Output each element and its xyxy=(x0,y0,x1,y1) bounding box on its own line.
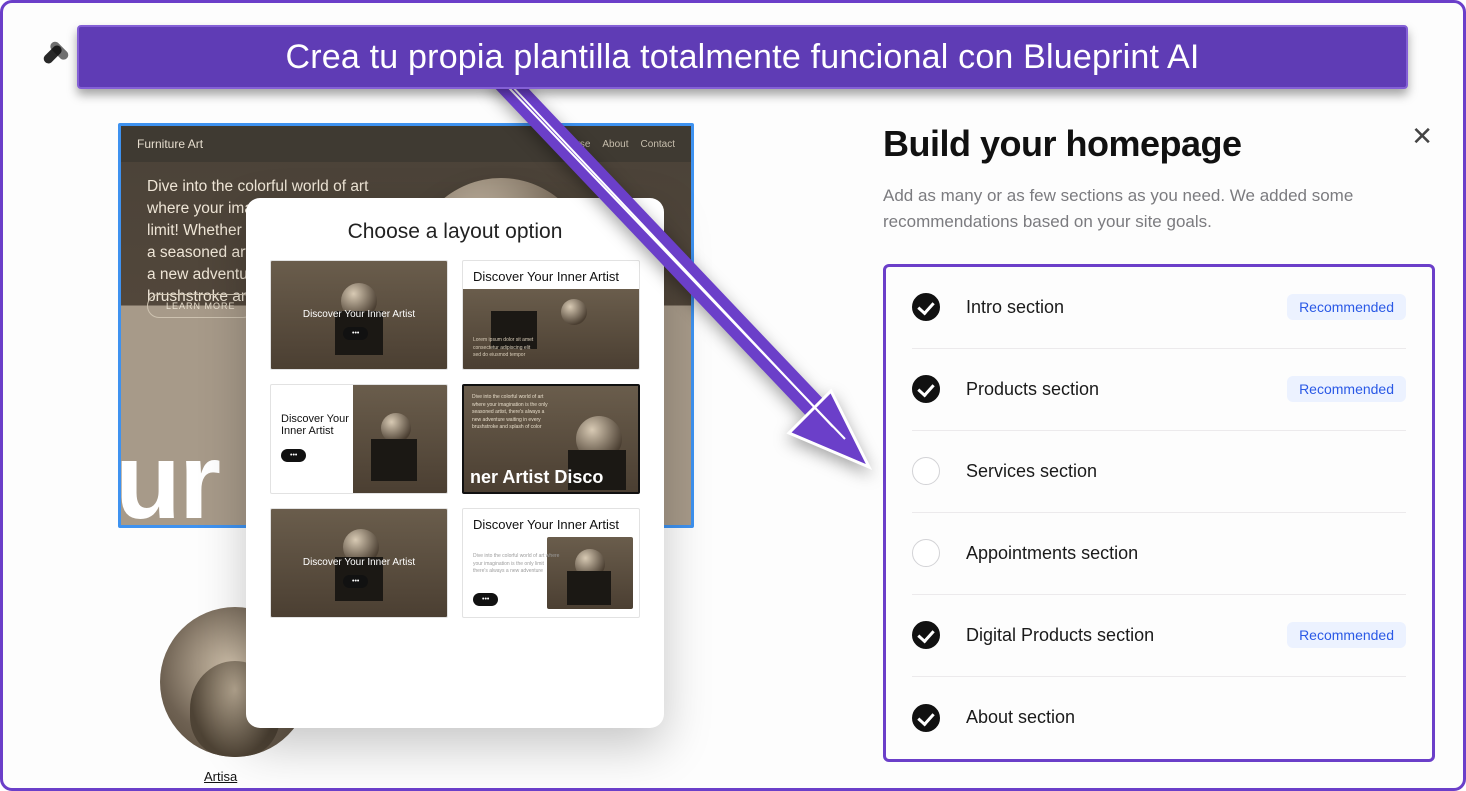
checkbox-checked-icon[interactable] xyxy=(912,293,940,321)
checkbox-checked-icon[interactable] xyxy=(912,621,940,649)
section-row-about[interactable]: About section xyxy=(912,677,1406,759)
layout-thumbnail-grid: Discover Your Inner Artist ••• Discover … xyxy=(270,260,640,618)
preview-brand: Furniture Art xyxy=(137,137,558,151)
layout-thumb-fullbleed-selected[interactable]: Dive into the colorful world of artwhere… xyxy=(462,384,640,494)
recommended-badge: Recommended xyxy=(1287,376,1406,402)
thumb-heading: Discover Your Inner Artist xyxy=(473,517,619,532)
layout-chooser-card: Choose a layout option Discover Your Inn… xyxy=(246,198,664,728)
layout-thumb-split-left[interactable]: Discover Your Inner Artist ••• xyxy=(270,384,448,494)
section-label: Digital Products section xyxy=(966,625,1287,646)
banner-text: Crea tu propia plantilla totalmente func… xyxy=(286,38,1200,77)
section-label: Appointments section xyxy=(966,543,1406,564)
thumb-caption: Discover Your Inner Artist xyxy=(271,557,447,568)
nav-link[interactable]: About xyxy=(602,139,628,150)
template-preview-column: Furniture Art Course About Contact Dive … xyxy=(118,123,708,783)
mini-cta-button: ••• xyxy=(473,593,498,606)
nav-link[interactable]: Course xyxy=(558,139,590,150)
nav-link[interactable]: Contact xyxy=(641,139,675,150)
checkbox-checked-icon[interactable] xyxy=(912,375,940,403)
recommended-badge: Recommended xyxy=(1287,294,1406,320)
panel-title: Build your homepage xyxy=(883,123,1435,165)
recommended-badge: Recommended xyxy=(1287,622,1406,648)
artisan-link[interactable]: Artisa xyxy=(204,769,237,784)
screenshot-stage: Crea tu propia plantilla totalmente func… xyxy=(0,0,1466,791)
thumb-big-text: ner Artist Disco xyxy=(470,467,603,488)
section-row-digital-products[interactable]: Digital Products section Recommended xyxy=(912,595,1406,677)
squarespace-logo-icon xyxy=(39,37,73,71)
homepage-builder-panel: ✕ Build your homepage Add as many or as … xyxy=(883,123,1435,762)
section-row-appointments[interactable]: Appointments section xyxy=(912,513,1406,595)
section-row-services[interactable]: Services section xyxy=(912,431,1406,513)
layout-thumb-heading-right-image[interactable]: Discover Your Inner Artist Dive into the… xyxy=(462,508,640,618)
preview-nav-links: Course About Contact xyxy=(558,139,675,150)
layout-thumb-centered-dark-2[interactable]: Discover Your Inner Artist ••• xyxy=(270,508,448,618)
thumb-heading: Discover Your Inner Artist xyxy=(281,413,351,437)
sections-list-highlighted: Intro section Recommended Products secti… xyxy=(883,264,1435,762)
hero-big-heading-fragment: ur xyxy=(118,418,219,528)
layout-thumb-heading-dark[interactable]: Discover Your Inner Artist Lorem ipsum d… xyxy=(462,260,640,370)
mini-cta-button: ••• xyxy=(281,449,306,462)
preview-nav-bar: Furniture Art Course About Contact xyxy=(121,126,691,162)
panel-subtitle: Add as many or as few sections as you ne… xyxy=(883,183,1383,236)
thumb-caption: Discover Your Inner Artist xyxy=(271,309,447,320)
section-row-products[interactable]: Products section Recommended xyxy=(912,349,1406,431)
checkbox-checked-icon[interactable] xyxy=(912,704,940,732)
checkbox-unchecked-icon[interactable] xyxy=(912,539,940,567)
thumb-heading: Discover Your Inner Artist xyxy=(473,269,619,284)
section-label: About section xyxy=(966,707,1406,728)
mini-cta-button: ••• xyxy=(343,327,368,340)
annotation-banner: Crea tu propia plantilla totalmente func… xyxy=(77,25,1408,89)
section-label: Products section xyxy=(966,379,1287,400)
section-label: Intro section xyxy=(966,297,1287,318)
section-label: Services section xyxy=(966,461,1406,482)
layout-thumb-centered-dark[interactable]: Discover Your Inner Artist ••• xyxy=(270,260,448,370)
layout-chooser-title: Choose a layout option xyxy=(270,220,640,244)
learn-more-button[interactable]: LEARN MORE xyxy=(147,294,255,318)
section-row-intro[interactable]: Intro section Recommended xyxy=(912,267,1406,349)
close-icon[interactable]: ✕ xyxy=(1411,123,1433,149)
checkbox-unchecked-icon[interactable] xyxy=(912,457,940,485)
mini-cta-button: ••• xyxy=(343,575,368,588)
